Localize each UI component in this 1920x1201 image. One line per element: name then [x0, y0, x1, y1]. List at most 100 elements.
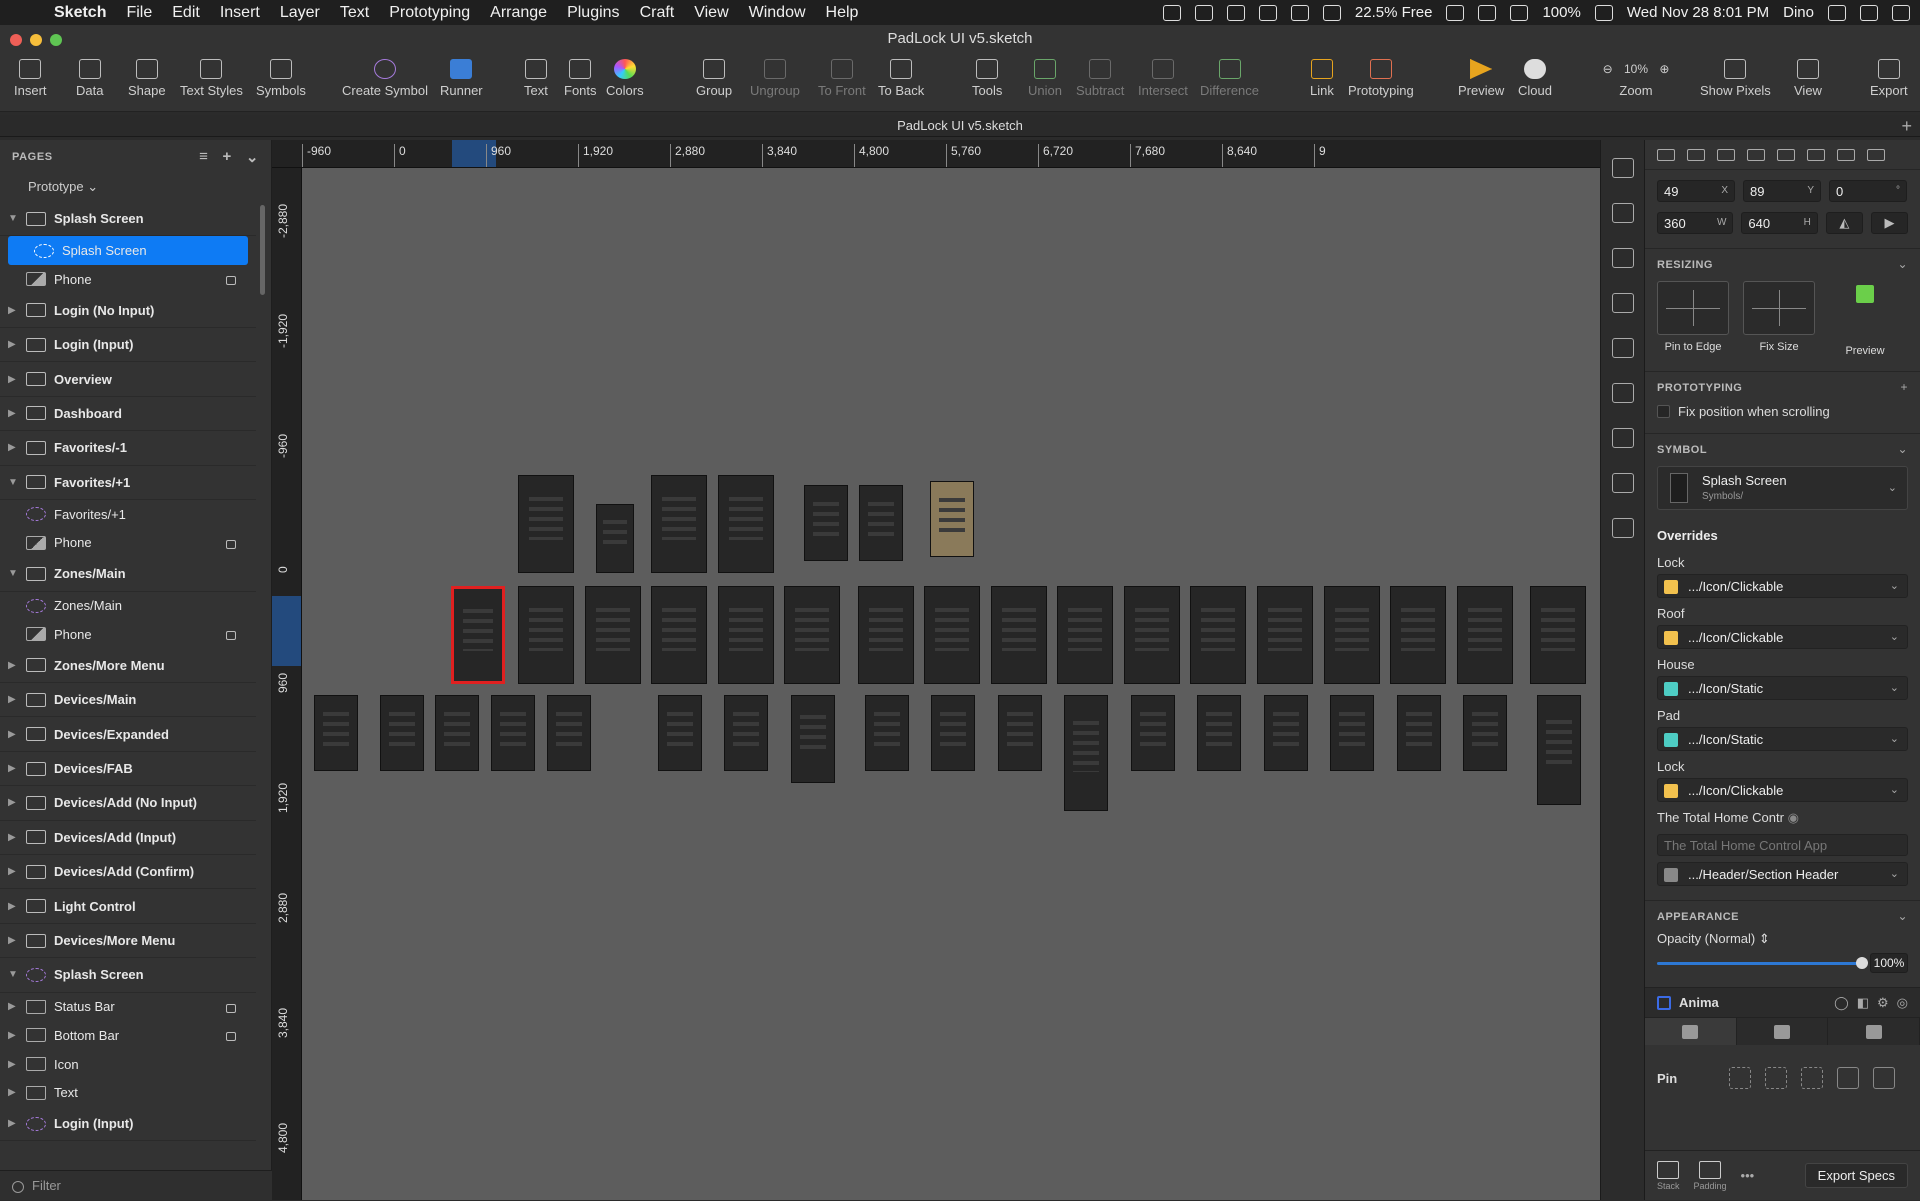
disclosure-icon[interactable]: ▶: [8, 374, 22, 385]
align-bottom-icon[interactable]: [1837, 148, 1855, 161]
artboard-thumbnail[interactable]: [1264, 695, 1308, 771]
panel-icon[interactable]: ◧: [1857, 995, 1869, 1011]
opacity-field[interactable]: 100%: [1870, 953, 1908, 973]
disclosure-icon[interactable]: ▶: [8, 763, 22, 774]
view-button[interactable]: View: [1794, 55, 1822, 98]
tab-launch[interactable]: [1737, 1018, 1829, 1045]
fix-size-button[interactable]: Fix Size: [1743, 281, 1815, 357]
disclosure-icon[interactable]: ▶: [8, 1087, 22, 1098]
distribute-vertical-icon[interactable]: [1867, 148, 1885, 161]
layer-row[interactable]: Phone: [0, 265, 256, 294]
disclosure-icon[interactable]: ▶: [8, 866, 22, 877]
disclosure-icon[interactable]: ▶: [8, 901, 22, 912]
show-pixels-button[interactable]: Show Pixels: [1700, 55, 1771, 98]
artboard-thumbnail[interactable]: [1324, 586, 1380, 684]
tools-button[interactable]: Tools: [972, 55, 1002, 98]
tray-app-icon-3[interactable]: [1258, 4, 1277, 21]
zoom-control[interactable]: ⊖ 10% ⊕ Zoom: [1594, 55, 1678, 98]
artboard-thumbnail[interactable]: [518, 475, 574, 573]
align-top-icon[interactable]: [1777, 148, 1795, 161]
export-specs-button[interactable]: Export Specs: [1804, 1163, 1908, 1188]
bluetooth-icon[interactable]: [1478, 4, 1497, 21]
opacity-blend-selector[interactable]: Opacity (Normal) ⇕: [1645, 923, 1920, 947]
disclosure-icon[interactable]: ▶: [8, 408, 22, 419]
lock-icon[interactable]: [226, 539, 236, 549]
create-symbol-button[interactable]: Create Symbol: [342, 55, 428, 98]
disclosure-icon[interactable]: ▶: [8, 660, 22, 671]
layer-row[interactable]: ▶ Overview: [0, 362, 256, 397]
override-dropdown[interactable]: .../Icon/Clickable ⌄: [1657, 574, 1908, 598]
artboard-thumbnail[interactable]: [724, 695, 768, 771]
fonts-button[interactable]: Fonts: [564, 55, 597, 98]
artboard-thumbnail[interactable]: [1463, 695, 1507, 771]
layout-icon[interactable]: [1322, 4, 1341, 21]
menu-app-sketch[interactable]: Sketch: [44, 0, 116, 25]
tab-layout[interactable]: [1645, 1018, 1737, 1045]
artboard-thumbnail[interactable]: [1057, 586, 1113, 684]
layer-row[interactable]: ▶ Login (Input): [0, 328, 256, 363]
battery-status[interactable]: 100%: [1542, 4, 1580, 21]
disclosure-icon[interactable]: ▶: [8, 1001, 22, 1012]
to-back-button[interactable]: To Back: [878, 55, 924, 98]
layer-row[interactable]: ▼ Splash Screen: [0, 202, 256, 237]
disclosure-icon[interactable]: ▼: [8, 568, 22, 579]
layer-row[interactable]: ▶ Dashboard: [0, 397, 256, 432]
appearance-section-header[interactable]: APPEARANCE ⌄: [1645, 900, 1920, 923]
artboard-thumbnail[interactable]: [1197, 695, 1241, 771]
artboard-thumbnail[interactable]: [718, 475, 774, 573]
lock-icon[interactable]: [226, 1032, 236, 1042]
colors-button[interactable]: Colors: [606, 55, 644, 98]
chevron-down-icon[interactable]: ⌄: [246, 148, 259, 166]
symbol-selector[interactable]: Splash Screen Symbols/ ⌄: [1657, 466, 1908, 510]
disclosure-icon[interactable]: ▶: [8, 694, 22, 705]
align-middle-icon[interactable]: [1807, 148, 1825, 161]
tab-links[interactable]: [1828, 1018, 1920, 1045]
layer-row[interactable]: ▶ Login (Input): [0, 1107, 256, 1142]
text-override-input[interactable]: The Total Home Control App: [1657, 834, 1908, 856]
layer-row[interactable]: ▶ Status Bar: [0, 993, 256, 1022]
artboard-thumbnail[interactable]: [791, 695, 835, 783]
override-dropdown[interactable]: .../Icon/Static ⌄: [1657, 676, 1908, 700]
artboard-thumbnail[interactable]: [380, 695, 424, 771]
slider-knob[interactable]: [1856, 956, 1868, 969]
disclosure-icon[interactable]: ▶: [8, 797, 22, 808]
artboard-thumbnail[interactable]: [435, 695, 479, 771]
pin-horizontal-icon[interactable]: [1801, 1067, 1824, 1089]
artboard-thumbnail[interactable]: [718, 586, 774, 684]
lock-icon[interactable]: [226, 631, 236, 641]
layer-row[interactable]: ▶ Zones/More Menu: [0, 649, 256, 684]
disclosure-icon[interactable]: ▶: [8, 442, 22, 453]
pin-all-icon[interactable]: [1729, 1067, 1752, 1089]
artboard-thumbnail[interactable]: [859, 485, 903, 561]
resizing-section-header[interactable]: RESIZING ⌄: [1645, 248, 1920, 271]
target-icon[interactable]: ◎: [1897, 995, 1908, 1011]
artboard-thumbnail[interactable]: [858, 586, 914, 684]
disclosure-icon[interactable]: ▶: [8, 935, 22, 946]
layout-icon[interactable]: [1611, 428, 1634, 448]
menu-file[interactable]: File: [116, 0, 162, 25]
layer-row[interactable]: Phone: [0, 529, 256, 558]
vertical-ruler[interactable]: -2,880 -1,920 -960 0 960 1,920 2,880 3,8…: [272, 168, 302, 1200]
text-style-dropdown[interactable]: .../Header/Section Header ⌄: [1657, 862, 1908, 886]
crop-icon[interactable]: [1611, 473, 1634, 493]
layer-row[interactable]: ▶ Text: [0, 1078, 256, 1107]
siri-icon[interactable]: [1860, 4, 1878, 21]
shield-icon[interactable]: [1290, 4, 1309, 21]
selected-artboard-splash-screen[interactable]: [451, 586, 505, 684]
artboard-thumbnail[interactable]: [1257, 586, 1313, 684]
cloud-button[interactable]: Cloud: [1518, 55, 1552, 98]
add-icon[interactable]: +: [1900, 380, 1908, 394]
pin-vertical-icon[interactable]: [1765, 1067, 1788, 1089]
artboard-thumbnail[interactable]: [1124, 586, 1180, 684]
artboard-thumbnail[interactable]: [314, 695, 358, 771]
info-icon[interactable]: ◉: [1788, 810, 1799, 825]
height-field[interactable]: 640 H: [1741, 212, 1818, 234]
artboard-thumbnail[interactable]: [658, 695, 702, 771]
layer-row[interactable]: ▼ Zones/Main: [0, 557, 256, 592]
image-add-icon[interactable]: [1611, 518, 1634, 538]
symbol-section-header[interactable]: SYMBOL ⌄: [1645, 433, 1920, 456]
artboard-thumbnail[interactable]: [1190, 586, 1246, 684]
more-icon[interactable]: •••: [1741, 1168, 1755, 1183]
artboard-thumbnail[interactable]: [1064, 695, 1108, 811]
artboard-thumbnail[interactable]: [1131, 695, 1175, 771]
